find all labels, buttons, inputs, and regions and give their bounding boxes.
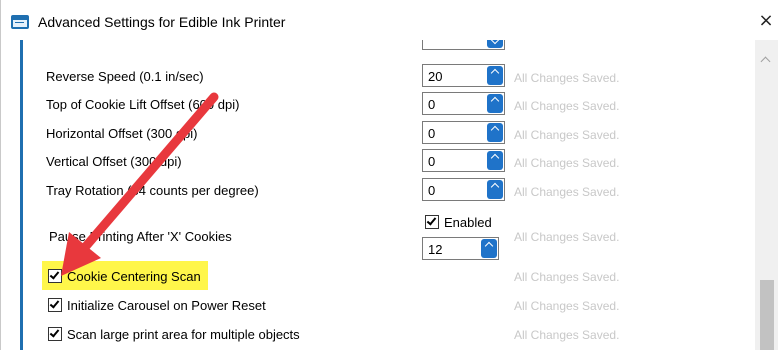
arrow-shaft (76, 92, 219, 257)
annotation-arrow-icon (61, 92, 219, 276)
advanced-settings-window: Advanced Settings for Edible Ink Printer… (0, 0, 778, 350)
